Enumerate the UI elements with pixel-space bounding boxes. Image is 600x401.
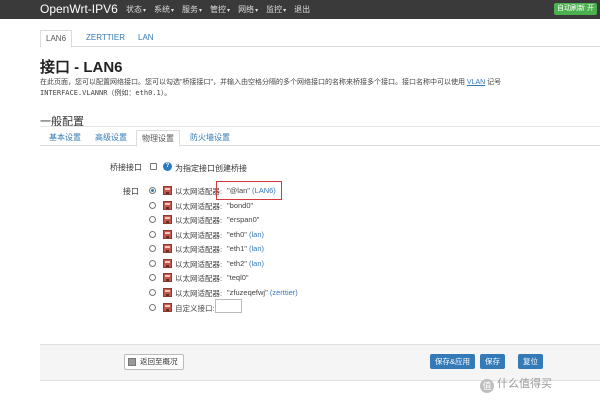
settings-tabs: 基本设置 高级设置 物理设置 防火墙设置 bbox=[40, 130, 600, 147]
radio-button[interactable] bbox=[149, 202, 156, 209]
caret-down-icon: ▾ bbox=[255, 8, 259, 14]
menu-logout[interactable]: 退出 bbox=[294, 4, 310, 15]
ethernet-port-icon bbox=[163, 303, 172, 312]
interface-option-eth0[interactable]: 以太网适配器: "eth0" (lan) bbox=[149, 229, 349, 241]
ethernet-port-icon bbox=[163, 215, 172, 224]
page-root: OpenWrt-IPV6 状态▾ 系统▾ 服务▾ 管控▾ 网络▾ 监控▾ 退出 … bbox=[0, 0, 600, 401]
page-description-line2: INTERFACE.VLANNR（例如：eth0.1）。 bbox=[40, 89, 172, 97]
radio-button[interactable] bbox=[149, 274, 156, 281]
top-navbar: OpenWrt-IPV6 状态▾ 系统▾ 服务▾ 管控▾ 网络▾ 监控▾ 退出 … bbox=[0, 0, 600, 19]
radio-button[interactable] bbox=[149, 304, 156, 311]
tab-basic-settings[interactable]: 基本设置 bbox=[49, 130, 81, 146]
page-title: 接口 - LAN6 bbox=[40, 59, 123, 76]
watermark: 值什么值得买 bbox=[480, 375, 552, 393]
save-apply-button[interactable]: 保存&应用 bbox=[430, 354, 475, 369]
radio-button[interactable] bbox=[149, 231, 156, 238]
save-button[interactable]: 保存 bbox=[480, 354, 505, 369]
ethernet-port-icon bbox=[163, 201, 172, 210]
interface-label: 接口 bbox=[123, 187, 139, 196]
highlight-box bbox=[216, 181, 282, 200]
interface-option-teql0[interactable]: 以太网适配器: "teql0" bbox=[149, 272, 349, 284]
vlan-link[interactable]: VLAN bbox=[467, 79, 485, 86]
bridge-checkbox[interactable] bbox=[150, 163, 157, 170]
menu-monitor[interactable]: 监控▾ bbox=[266, 4, 286, 15]
radio-button[interactable] bbox=[149, 245, 156, 252]
caret-down-icon: ▾ bbox=[199, 8, 203, 14]
interface-option-bond0[interactable]: 以太网适配器: "bond0" bbox=[149, 200, 349, 212]
page-description: 在此页面，您可以配置网络接口。您可以勾选"桥接接口"，并输入由空格分隔的多个网络… bbox=[40, 79, 502, 86]
tab-physical-settings[interactable]: 物理设置 bbox=[136, 130, 180, 147]
ethernet-port-icon bbox=[163, 259, 172, 268]
brand-logo[interactable]: OpenWrt-IPV6 bbox=[40, 2, 118, 16]
radio-button[interactable] bbox=[149, 187, 156, 194]
caret-down-icon: ▾ bbox=[143, 8, 147, 14]
ethernet-port-icon bbox=[163, 273, 172, 282]
tab-lan[interactable]: LAN bbox=[138, 30, 154, 47]
divider bbox=[40, 126, 600, 127]
tab-lan6[interactable]: LAN6 bbox=[40, 30, 73, 48]
menu-status[interactable]: 状态▾ bbox=[126, 4, 146, 15]
interface-option-zfuzeqefwj[interactable]: 以太网适配器: "zfuzeqefwj" (zerttier) bbox=[149, 287, 349, 299]
tab-advanced-settings[interactable]: 高级设置 bbox=[95, 130, 127, 146]
interface-tabs: LAN6 ZERTTIER LAN bbox=[40, 30, 600, 48]
interface-option-custom[interactable]: 自定义接口: bbox=[149, 299, 349, 314]
main-menu: 状态▾ 系统▾ 服务▾ 管控▾ 网络▾ 监控▾ 退出 bbox=[126, 4, 318, 15]
menu-network[interactable]: 网络▾ bbox=[238, 4, 258, 15]
menu-services[interactable]: 服务▾ bbox=[182, 4, 202, 15]
caret-down-icon: ▾ bbox=[283, 8, 287, 14]
caret-down-icon: ▾ bbox=[227, 8, 231, 14]
reset-button[interactable]: 复位 bbox=[518, 354, 543, 369]
help-icon[interactable]: ? bbox=[163, 162, 172, 171]
ethernet-port-icon bbox=[163, 244, 172, 253]
auto-refresh-toggle[interactable]: 自动刷新 开 bbox=[554, 3, 597, 15]
back-icon bbox=[128, 358, 136, 366]
menu-system[interactable]: 系统▾ bbox=[154, 4, 174, 15]
radio-button[interactable] bbox=[149, 216, 156, 223]
watermark-logo-icon: 值 bbox=[480, 379, 494, 393]
ethernet-port-icon bbox=[163, 230, 172, 239]
tab-zerttier[interactable]: ZERTTIER bbox=[86, 30, 125, 47]
tab-firewall-settings[interactable]: 防火墙设置 bbox=[190, 130, 230, 146]
bridge-description: 为指定接口创建桥接 bbox=[175, 164, 247, 173]
interface-option-eth2[interactable]: 以太网适配器: "eth2" (lan) bbox=[149, 258, 349, 270]
interface-option-eth1[interactable]: 以太网适配器: "eth1" (lan) bbox=[149, 243, 349, 255]
custom-interface-input[interactable] bbox=[215, 299, 242, 313]
menu-control[interactable]: 管控▾ bbox=[210, 4, 230, 15]
caret-down-icon: ▾ bbox=[171, 8, 175, 14]
ethernet-port-icon bbox=[163, 186, 172, 195]
interface-option-erspan0[interactable]: 以太网适配器: "erspan0" bbox=[149, 214, 349, 226]
radio-button[interactable] bbox=[149, 289, 156, 296]
bridge-label: 桥接接口 bbox=[110, 163, 142, 172]
radio-button[interactable] bbox=[149, 260, 156, 267]
ethernet-port-icon bbox=[163, 288, 172, 297]
